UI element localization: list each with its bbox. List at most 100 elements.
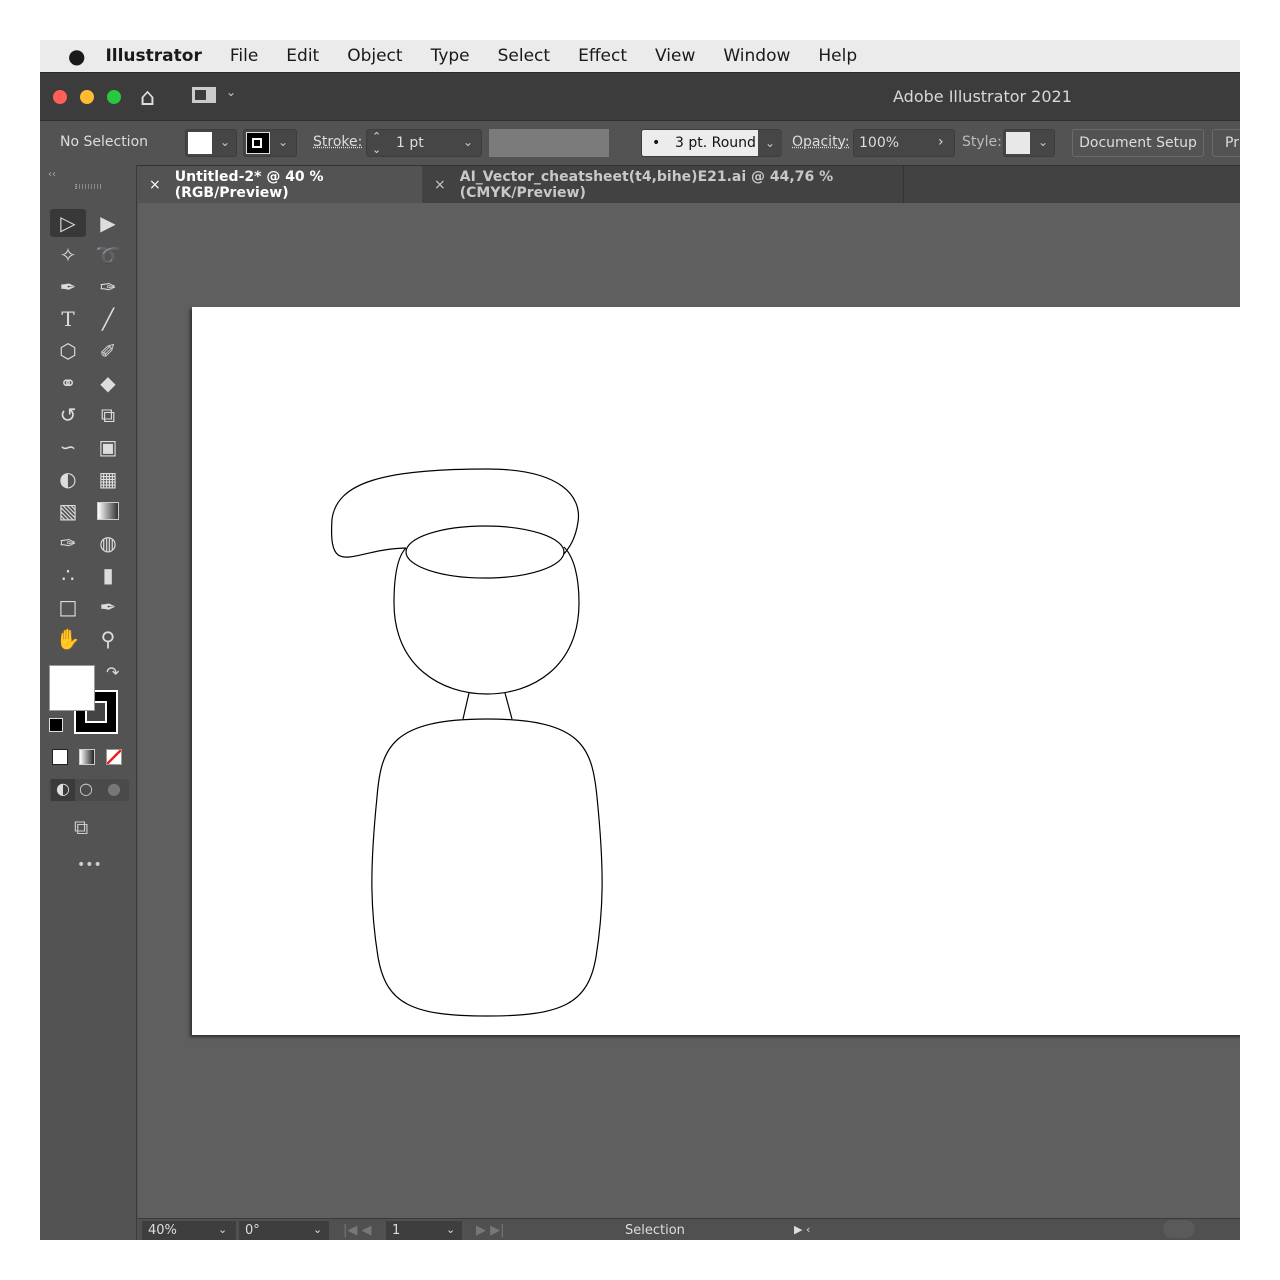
swap-fill-stroke-icon[interactable]: ↷ (106, 663, 119, 682)
stroke-weight-field[interactable]: ⌃ ⌄ 1 pt ⌄ (366, 129, 482, 157)
chevron-down-icon[interactable]: ⌄ (463, 135, 473, 149)
draw-modes: ◐ ○ ● (49, 779, 129, 801)
apple-menu-icon[interactable]: ● (68, 44, 85, 68)
draw-behind-icon[interactable]: ○ (79, 779, 93, 798)
preferences-button[interactable]: Pr (1212, 129, 1240, 157)
color-mode-icon[interactable] (52, 749, 68, 765)
direct-selection-tool-icon[interactable]: ▶ (90, 209, 126, 237)
brush-definition-dropdown[interactable]: • 3 pt. Round ⌄ (641, 129, 782, 157)
mesh-tool-icon[interactable]: ▧ (50, 497, 86, 525)
fill-dropdown[interactable]: ⌄ (185, 129, 237, 157)
current-tool-status[interactable]: Selection (625, 1223, 685, 1238)
status-bar: 40% ⌄ 0° ⌄ |◀ ◀ 1 ⌄ ▶ ▶| Selection ▶ ‹ (138, 1218, 1240, 1240)
selection-tool-icon[interactable]: ▷ (50, 209, 86, 237)
fill-swatch[interactable] (49, 665, 95, 711)
line-tool-icon[interactable]: ╱ (90, 305, 126, 333)
hat-brim-shape[interactable] (405, 525, 565, 579)
collapse-panel-icon[interactable]: ‹‹ (48, 169, 56, 180)
zoom-tool-icon[interactable]: ⚲ (90, 625, 126, 653)
none-mode-icon[interactable] (106, 749, 122, 765)
hat-top-shape[interactable] (330, 468, 580, 558)
draw-normal-icon[interactable]: ◐ (51, 779, 75, 801)
lasso-tool-icon[interactable]: ➰ (90, 241, 126, 269)
opacity-label[interactable]: Opacity: (792, 134, 850, 150)
zoom-level-dropdown[interactable]: 40% ⌄ (142, 1221, 236, 1240)
drawing (330, 468, 603, 1017)
artboard-tool-icon[interactable]: □ (50, 593, 86, 621)
title-bar: ⌂ ⌄ Adobe Illustrator 2021 (40, 72, 1240, 120)
scrollbar-thumb[interactable] (1163, 1220, 1195, 1238)
rotate-tool-icon[interactable]: ↺ (50, 401, 86, 429)
window-title: Adobe Illustrator 2021 (893, 87, 1072, 106)
document-tabs: × Untitled-2* @ 40 % (RGB/Preview) × AI_… (137, 165, 1240, 204)
opacity-field[interactable]: 100% › (853, 129, 955, 157)
default-colors-icon[interactable] (49, 718, 63, 732)
magic-wand-tool-icon[interactable]: ✧ (50, 241, 86, 269)
menu-select[interactable]: Select (498, 46, 550, 66)
stroke-color-dropdown[interactable]: ⌄ (243, 129, 297, 157)
next-artboard-icon[interactable]: ▶ ▶| (476, 1223, 505, 1238)
body-shape[interactable] (371, 718, 603, 1017)
selection-status: No Selection (60, 134, 149, 150)
blend-tool-icon[interactable]: ◍ (90, 529, 126, 557)
neck-shape[interactable] (462, 692, 513, 720)
chevron-right-icon[interactable]: › (938, 134, 944, 150)
head-shape[interactable] (393, 546, 580, 695)
shaper-tool-icon[interactable]: ⚭ (50, 369, 86, 397)
type-tool-icon[interactable]: T (50, 305, 86, 333)
shape-builder-tool-icon[interactable]: ◐ (50, 465, 86, 493)
screen-mode-icon[interactable]: ⧉ (74, 815, 88, 839)
pen-tool-icon[interactable]: ✒ (50, 273, 86, 301)
menu-view[interactable]: View (655, 46, 695, 66)
canvas-area[interactable] (138, 203, 1240, 1218)
chevron-down-icon[interactable]: ⌄ (226, 85, 236, 99)
paintbrush-tool-icon[interactable]: ✐ (90, 337, 126, 365)
artboard-number-dropdown[interactable]: 1 ⌄ (386, 1221, 462, 1240)
hand-tool-icon[interactable]: ✋ (50, 625, 86, 653)
style-dropdown[interactable]: ⌄ (1003, 129, 1055, 157)
menu-help[interactable]: Help (818, 46, 857, 66)
workspace-switcher-icon[interactable] (192, 87, 216, 103)
menu-app[interactable]: Illustrator (105, 46, 201, 66)
scale-tool-icon[interactable]: ⧉ (90, 401, 126, 429)
close-tab-icon[interactable]: × (434, 177, 446, 193)
gradient-mode-icon[interactable] (79, 749, 95, 765)
menu-type[interactable]: Type (431, 46, 470, 66)
minimize-window-button[interactable] (80, 90, 94, 104)
artboard[interactable] (192, 307, 1240, 1035)
eyedropper-tool-icon[interactable]: ✑ (50, 529, 86, 557)
tab-ai-vector-cheatsheet[interactable]: × AI_Vector_cheatsheet(t4,bihe)E21.ai @ … (422, 166, 904, 204)
drag-handle[interactable] (75, 184, 101, 189)
slice-tool-icon[interactable]: ✒ (90, 593, 126, 621)
menu-file[interactable]: File (230, 46, 258, 66)
warp-tool-icon[interactable]: ∽ (50, 433, 86, 461)
zoom-window-button[interactable] (107, 90, 121, 104)
rotation-dropdown[interactable]: 0° ⌄ (239, 1221, 329, 1240)
close-tab-icon[interactable]: × (149, 177, 161, 193)
first-artboard-icon[interactable]: |◀ ◀ (343, 1223, 372, 1238)
perspective-grid-tool-icon[interactable]: ▦ (90, 465, 126, 493)
edit-toolbar-icon[interactable]: ••• (77, 857, 102, 873)
menu-effect[interactable]: Effect (578, 46, 627, 66)
menu-window[interactable]: Window (723, 46, 790, 66)
menu-object[interactable]: Object (347, 46, 402, 66)
gradient-tool-icon[interactable] (90, 497, 126, 525)
menu-edit[interactable]: Edit (286, 46, 319, 66)
free-transform-tool-icon[interactable]: ▣ (90, 433, 126, 461)
draw-inside-icon[interactable]: ● (107, 779, 121, 798)
column-graph-tool-icon[interactable]: ▮ (90, 561, 126, 589)
status-menu-icon[interactable]: ▶ ‹ (794, 1223, 810, 1236)
document-setup-button[interactable]: Document Setup (1072, 129, 1204, 157)
home-icon[interactable]: ⌂ (140, 83, 155, 111)
eraser-tool-icon[interactable]: ◆ (90, 369, 126, 397)
symbol-sprayer-tool-icon[interactable]: ∴ (50, 561, 86, 589)
variable-width-profile[interactable] (489, 129, 609, 157)
polygon-tool-icon[interactable]: ⬡ (50, 337, 86, 365)
tab-untitled-2[interactable]: × Untitled-2* @ 40 % (RGB/Preview) (137, 166, 422, 204)
close-window-button[interactable] (53, 90, 67, 104)
curvature-tool-icon[interactable]: ✑ (90, 273, 126, 301)
illustrator-window: ● Illustrator File Edit Object Type Sele… (40, 40, 1240, 1240)
stroke-label[interactable]: Stroke: (313, 134, 362, 150)
artboard-value: 1 (392, 1223, 401, 1238)
stepper-icon[interactable]: ⌃ ⌄ (372, 130, 381, 156)
